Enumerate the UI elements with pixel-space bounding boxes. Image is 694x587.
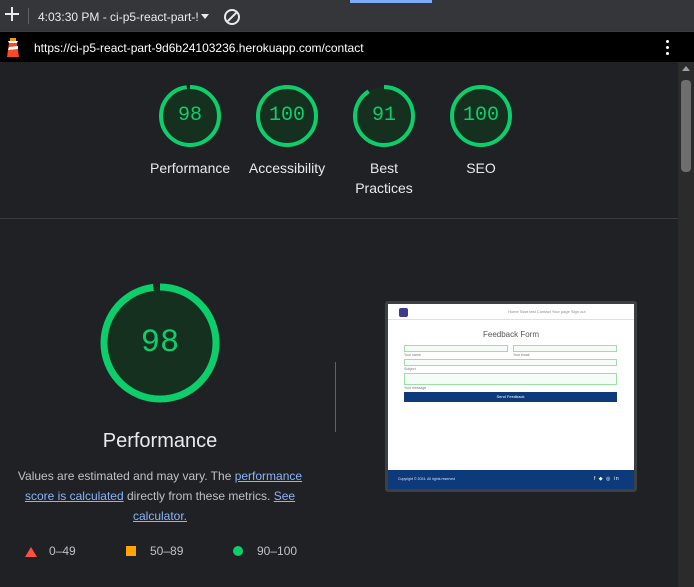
screenshot-send-button: Send Feedback [404, 392, 617, 402]
average-square-icon [126, 546, 136, 556]
clear-icon[interactable] [224, 9, 240, 25]
new-report-icon[interactable] [4, 6, 20, 22]
screenshot-email-field [513, 345, 617, 352]
screenshot-subject-field [404, 359, 617, 366]
report-selector[interactable]: 4:03:30 PM - ci-p5-react-part-! [38, 10, 199, 24]
performance-score: 98 [140, 324, 180, 361]
final-screenshot[interactable]: Home Start test Contact Your page Sign o… [385, 301, 637, 492]
screenshot-message-field [404, 373, 617, 385]
devtools-toolbar: 4:03:30 PM - ci-p5-react-part-! [0, 0, 694, 32]
vertical-scrollbar[interactable] [678, 62, 694, 587]
vertical-divider [335, 362, 336, 432]
lighthouse-icon [7, 38, 19, 57]
screenshot-navbar: Home Start test Contact Your page Sign o… [388, 304, 634, 320]
screenshot-name-label: Your name [404, 353, 421, 357]
legend-fail-range: 0–49 [49, 544, 76, 558]
screenshot-message-label: Your message [404, 386, 427, 390]
screenshot-email-label: Your email [513, 353, 530, 357]
more-options-icon[interactable] [666, 40, 670, 56]
gauge-seo[interactable]: 100 SEO [441, 84, 521, 178]
screenshot-name-field [404, 345, 508, 352]
site-logo-icon [399, 308, 408, 317]
screenshot-copyright: Copyright © 2024. All rights reserved [398, 477, 456, 481]
gauge-accessibility[interactable]: 100 Accessibility [247, 84, 327, 178]
pass-circle-icon [233, 546, 243, 556]
lighthouse-report: 98 Performance 100 Accessibility 91 Best… [0, 62, 678, 587]
chevron-down-icon[interactable] [201, 14, 209, 19]
section-divider [0, 218, 678, 219]
gauge-label: SEO [466, 160, 496, 176]
screenshot-nav-items: Home Start test Contact Your page Sign o… [508, 309, 586, 314]
toolbar-separator [28, 8, 29, 24]
legend-pass-range: 90–100 [257, 544, 298, 558]
scroll-thumb[interactable] [681, 80, 691, 172]
gauge-score: 98 [177, 104, 202, 127]
active-tab-indicator [350, 0, 432, 3]
screenshot-footer: Copyright © 2024. All rights reserved f … [388, 470, 634, 489]
note-text: directly from these metrics. [123, 489, 274, 503]
screenshot-social-icons: f ◆ ◎ in [594, 476, 620, 482]
gauge-best-practices[interactable]: 91 Best Practices [344, 84, 424, 198]
performance-title: Performance [102, 430, 218, 452]
gauge-performance[interactable]: 98 Performance [150, 84, 230, 178]
gauge-score: 100 [268, 104, 305, 127]
screenshot-form-title: Feedback Form [482, 330, 540, 339]
gauge-label-line: Best [369, 160, 398, 176]
screenshot-subject-label: Subject [404, 367, 416, 371]
legend-average-range: 50–89 [150, 544, 184, 558]
gauge-label: Best Practices [344, 158, 424, 198]
gauge-score: 100 [462, 104, 499, 127]
fail-triangle-icon [25, 547, 37, 557]
performance-note: Values are estimated and may vary. The p… [10, 466, 310, 526]
report-url-bar: https://ci-p5-react-part-9d6b24103236.he… [0, 32, 694, 62]
gauge-label: Accessibility [248, 160, 326, 176]
note-text: Values are estimated and may vary. The [17, 469, 235, 483]
gauge-label-line: Practices [355, 180, 413, 196]
gauge-label: Performance [150, 160, 231, 176]
report-url[interactable]: https://ci-p5-react-part-9d6b24103236.he… [34, 41, 364, 55]
scroll-up-icon[interactable] [682, 66, 690, 71]
gauge-score: 91 [371, 104, 396, 127]
